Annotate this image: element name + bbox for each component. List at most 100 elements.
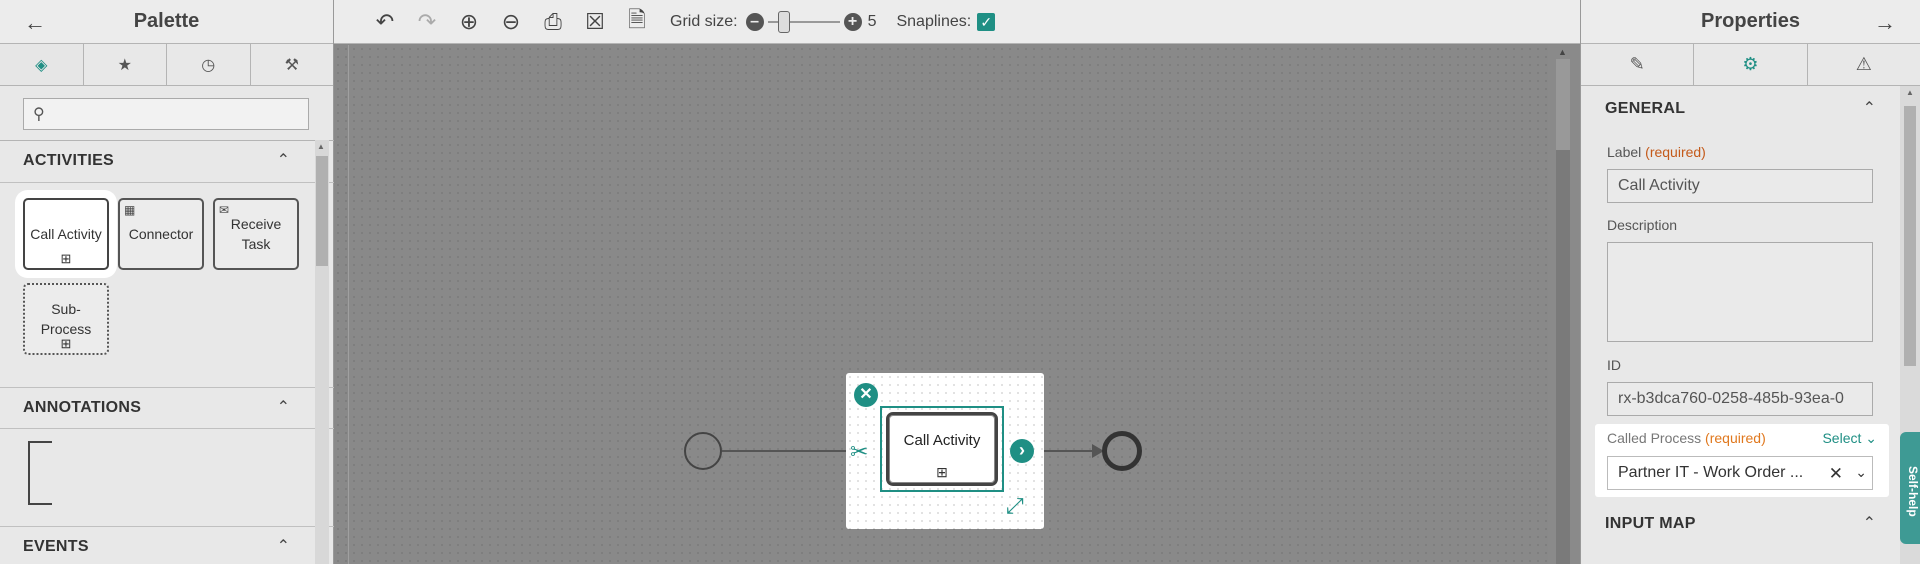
checkmark-icon: ✓	[980, 13, 993, 30]
grid-size-slider[interactable]: – +	[745, 10, 862, 33]
canvas-scrollbar-thumb[interactable]	[1556, 150, 1570, 564]
activities-section-title: ACTIVITIES	[23, 152, 115, 169]
palette-item-label: Connector	[128, 226, 194, 242]
export-icon[interactable]: 🗎	[624, 3, 650, 41]
warning-icon: ⚠	[1855, 54, 1872, 74]
chevron-down-icon: ⌄	[1865, 430, 1877, 446]
palette-item-receive-task[interactable]: ✉ Receive Task	[213, 198, 299, 270]
plus-box-icon: ⊞	[936, 464, 948, 480]
required-marker: (required)	[1705, 430, 1766, 446]
clear-icon[interactable]: ✕	[1829, 464, 1843, 484]
label-input[interactable]: Call Activity	[1607, 169, 1873, 203]
search-icon: ⚲	[33, 106, 45, 123]
tab-warnings[interactable]: ⚠	[1808, 44, 1920, 85]
call-activity-task[interactable]: Call Activity ⊞	[886, 412, 998, 486]
id-input[interactable]: rx-b3dca760-0258-485b-93ea-0	[1607, 382, 1873, 416]
palette-item-connector[interactable]: ▦ Connector	[118, 198, 204, 270]
star-icon: ★	[117, 56, 132, 74]
remove-element-icon[interactable]: ✕	[854, 383, 878, 407]
tab-edit[interactable]: ✎	[1581, 44, 1695, 85]
expand-icon[interactable]: ⤢	[1006, 493, 1024, 519]
input-map-section-title: INPUT MAP	[1605, 515, 1696, 532]
palette-scrollbar-thumb[interactable]	[316, 156, 328, 266]
properties-tabs: ✎ ⚙ ⚠	[1581, 44, 1920, 86]
snaplines-label: Snaplines:	[896, 12, 972, 30]
scroll-up-icon[interactable]: ▲	[1906, 88, 1914, 97]
clock-icon: ◷	[201, 56, 216, 74]
palette-item-sub-process[interactable]: Sub-Process ⊞	[23, 283, 109, 355]
palette-scrollbar[interactable]: ▲	[315, 140, 329, 564]
events-section-header[interactable]: EVENTS ⌃	[0, 527, 334, 564]
scroll-up-icon[interactable]: ▲	[1558, 47, 1567, 57]
end-event[interactable]	[1102, 431, 1142, 471]
scroll-up-icon[interactable]: ▲	[317, 142, 325, 151]
self-help-tab[interactable]: Self-help	[1900, 432, 1920, 544]
palette-tabs: ◈ ★ ◷ ⚒	[0, 44, 333, 86]
wrench-icon: ⚒	[284, 56, 299, 74]
print-icon[interactable]: ⎙	[540, 9, 566, 35]
plus-icon[interactable]: +	[843, 12, 862, 31]
properties-scrollbar-thumb[interactable]	[1904, 106, 1916, 366]
palette-panel: ← Palette ◈ ★ ◷ ⚒ ⚲ ACTIVITIES ⌃ Call Ac…	[0, 0, 334, 564]
tab-recent[interactable]: ◷	[167, 44, 251, 85]
delete-icon[interactable]: ☒	[582, 9, 608, 35]
zoom-out-icon[interactable]: ⊖	[498, 9, 524, 35]
minus-icon[interactable]: –	[745, 12, 764, 31]
annotations-tiles	[0, 429, 334, 527]
palette-item-text-annotation[interactable]	[28, 441, 52, 505]
tab-favorites[interactable]: ★	[84, 44, 167, 85]
grid-size-label: Grid size:	[670, 12, 738, 30]
palette-item-label: Receive Task	[230, 216, 282, 252]
called-process-label: Called Process (required)	[1607, 430, 1766, 446]
called-process-field: Called Process (required) Select ⌄ Partn…	[1595, 424, 1889, 497]
scissors-icon[interactable]: ✂	[850, 439, 868, 465]
shapes-icon: ◈	[35, 56, 48, 74]
canvas-border-line	[348, 45, 349, 564]
palette-title: Palette	[133, 10, 200, 32]
append-next-icon[interactable]: ›	[1010, 439, 1034, 463]
canvas-scrollbar[interactable]: ▲	[1548, 45, 1580, 564]
select-link[interactable]: Select ⌄	[1822, 430, 1877, 447]
activities-section-header[interactable]: ACTIVITIES ⌃	[0, 141, 334, 183]
tab-shapes[interactable]: ◈	[0, 44, 84, 85]
label-field-label: Label (required)	[1607, 144, 1706, 160]
chevron-up-icon[interactable]: ⌃	[277, 536, 290, 556]
tab-tools[interactable]: ⚒	[251, 44, 334, 85]
task-label: Call Activity	[903, 432, 981, 449]
start-event[interactable]	[684, 432, 722, 470]
palette-header: ← Palette	[0, 0, 333, 44]
chevron-up-icon[interactable]: ⌃	[1863, 513, 1876, 533]
gear-icon: ⚙	[1742, 54, 1759, 74]
chevron-down-icon[interactable]: ⌄	[1855, 464, 1867, 481]
properties-title: Properties	[1701, 10, 1800, 32]
redo-icon[interactable]: ↷	[414, 9, 440, 35]
required-marker: (required)	[1645, 144, 1706, 160]
activities-tiles: Call Activity ⊞ ▦ Connector ✉ Receive Ta…	[0, 183, 334, 387]
chevron-up-icon[interactable]: ⌃	[1863, 98, 1876, 118]
snaplines-checkbox[interactable]: ✓	[977, 12, 996, 31]
selected-element-highlight: ✕ ✂ Call Activity ⊞ › ⤢	[846, 373, 1044, 529]
annotations-section-header[interactable]: ANNOTATIONS ⌃	[0, 387, 334, 429]
chevron-up-icon[interactable]: ⌃	[277, 150, 290, 170]
plus-box-icon: ⊞	[60, 336, 72, 351]
called-process-text: Called Process	[1607, 430, 1702, 446]
annotations-section-title: ANNOTATIONS	[23, 399, 142, 416]
palette-search-input[interactable]: ⚲	[23, 98, 309, 130]
chevron-up-icon[interactable]: ⌃	[277, 397, 290, 417]
plus-box-icon: ⊞	[60, 251, 72, 266]
description-textarea[interactable]	[1607, 242, 1873, 342]
undo-icon[interactable]: ↶	[372, 9, 398, 35]
zoom-in-icon[interactable]: ⊕	[456, 9, 482, 35]
grid-size-value: 5	[867, 12, 877, 30]
tab-settings[interactable]: ⚙	[1694, 44, 1808, 85]
slider-handle[interactable]	[777, 10, 790, 33]
palette-item-call-activity[interactable]: Call Activity ⊞	[23, 198, 109, 270]
properties-header: Properties →	[1581, 0, 1920, 44]
events-section-title: EVENTS	[23, 538, 89, 555]
canvas-toolbar: ↶ ↷ ⊕ ⊖ ⎙ ☒ 🗎 Grid size: – + 5 Snaplines…	[334, 0, 1580, 44]
pencil-icon: ✎	[1629, 54, 1645, 74]
arrow-right-icon[interactable]: →	[1874, 10, 1896, 36]
id-label: ID	[1607, 357, 1621, 373]
description-label: Description	[1607, 217, 1678, 233]
label-text: Label	[1607, 144, 1642, 160]
